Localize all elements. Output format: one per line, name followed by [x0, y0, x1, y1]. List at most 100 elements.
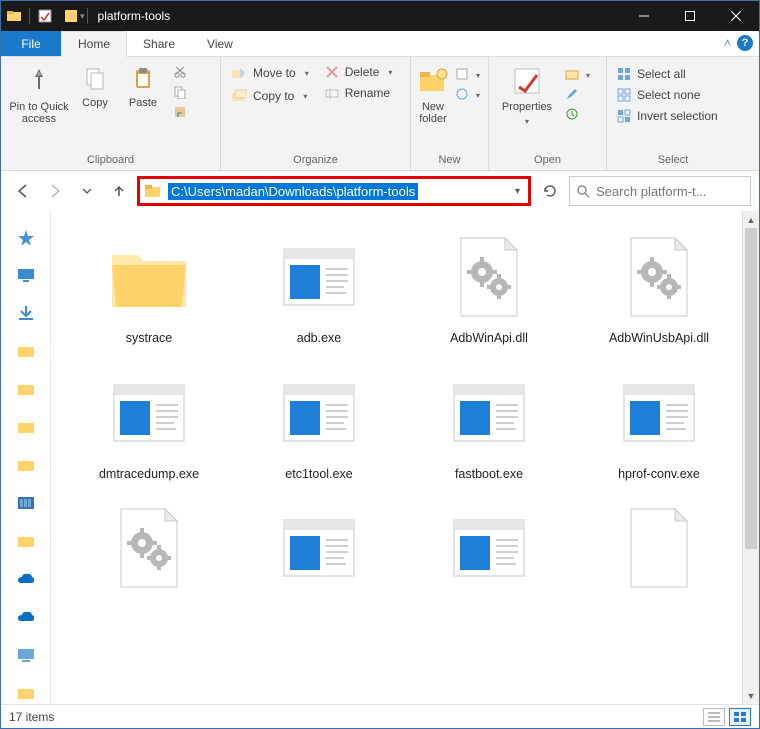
- search-icon: [576, 184, 590, 198]
- file-item[interactable]: hprof-conv.exe: [579, 365, 739, 483]
- group-label-new: New: [417, 152, 482, 170]
- this-pc-icon[interactable]: [17, 647, 35, 663]
- desktop-icon[interactable]: [17, 267, 35, 283]
- invert-selection-button[interactable]: Invert selection: [613, 107, 722, 125]
- new-folder-label: New folder: [417, 101, 449, 125]
- address-path[interactable]: C:\Users\madan\Downloads\platform-tools: [168, 183, 418, 200]
- search-box[interactable]: Search platform-t...: [569, 176, 751, 206]
- scroll-down-button[interactable]: ▼: [743, 687, 759, 704]
- downloads-icon[interactable]: [17, 305, 35, 321]
- cut-icon: [173, 65, 187, 79]
- file-thumbnail: [271, 500, 367, 596]
- address-dropdown-icon[interactable]: ▾: [511, 186, 524, 197]
- recent-locations-button[interactable]: [73, 177, 101, 205]
- pin-to-quick-access-button[interactable]: Pin to Quick access: [7, 61, 71, 125]
- copy-to-button[interactable]: Copy to: [227, 86, 313, 106]
- move-to-button[interactable]: Move to: [227, 63, 313, 83]
- collapse-ribbon-icon[interactable]: ˄: [724, 36, 731, 50]
- tab-share[interactable]: Share: [127, 31, 191, 56]
- up-button[interactable]: [105, 177, 133, 205]
- file-item[interactable]: dmtracedump.exe: [69, 365, 229, 483]
- new-item-button[interactable]: [449, 65, 486, 83]
- file-item[interactable]: [69, 500, 229, 602]
- tab-view[interactable]: View: [191, 31, 249, 56]
- edit-icon: [565, 87, 579, 101]
- tab-home[interactable]: Home: [61, 31, 127, 57]
- file-thumbnail: [271, 365, 367, 461]
- file-thumbnail: [101, 500, 197, 596]
- file-thumbnail: [611, 365, 707, 461]
- history-button[interactable]: [559, 105, 596, 123]
- properties-icon[interactable]: [32, 9, 58, 23]
- select-none-button[interactable]: Select none: [613, 86, 722, 104]
- new-folder-button[interactable]: New folder: [417, 61, 449, 125]
- file-item[interactable]: [409, 500, 569, 602]
- file-item[interactable]: systrace: [69, 229, 229, 347]
- music-icon[interactable]: [17, 495, 35, 511]
- folder-icon[interactable]: [17, 685, 35, 701]
- paste-shortcut-icon: [173, 105, 187, 119]
- file-item[interactable]: AdbWinUsbApi.dll: [579, 229, 739, 347]
- select-none-label: Select none: [637, 88, 700, 102]
- status-bar: 17 items: [1, 704, 759, 728]
- cut-button[interactable]: [167, 63, 193, 81]
- file-thumbnail: [611, 229, 707, 325]
- address-bar[interactable]: C:\Users\madan\Downloads\platform-tools …: [137, 176, 531, 206]
- paste-button[interactable]: Paste: [119, 61, 167, 109]
- navigation-pane[interactable]: [1, 211, 51, 704]
- folder-icon[interactable]: [17, 533, 35, 549]
- file-item[interactable]: [579, 500, 739, 602]
- file-item[interactable]: etc1tool.exe: [239, 365, 399, 483]
- onedrive-icon[interactable]: [17, 571, 35, 587]
- easy-access-button[interactable]: [449, 85, 486, 103]
- file-name: AdbWinApi.dll: [450, 331, 528, 347]
- folder-icon[interactable]: [17, 343, 35, 359]
- scroll-thumb[interactable]: [745, 228, 757, 549]
- file-tab[interactable]: File: [1, 31, 61, 56]
- refresh-button[interactable]: [535, 176, 565, 206]
- vertical-scrollbar[interactable]: ▲ ▼: [742, 211, 759, 704]
- file-item[interactable]: fastboot.exe: [409, 365, 569, 483]
- maximize-button[interactable]: [667, 1, 713, 31]
- open-button[interactable]: [559, 65, 596, 83]
- paste-shortcut-button[interactable]: [167, 103, 193, 121]
- file-item[interactable]: adb.exe: [239, 229, 399, 347]
- large-icons-view-button[interactable]: [729, 708, 751, 726]
- select-all-button[interactable]: Select all: [613, 65, 722, 83]
- copy-button[interactable]: Copy: [71, 61, 119, 109]
- copy-path-icon: [173, 85, 187, 99]
- scroll-track[interactable]: [743, 228, 759, 687]
- file-thumbnail: [271, 229, 367, 325]
- folder-icon[interactable]: [17, 381, 35, 397]
- ribbon: Pin to Quick access Copy Paste Clipboard: [1, 57, 759, 171]
- file-name: AdbWinUsbApi.dll: [609, 331, 709, 347]
- file-name: adb.exe: [297, 331, 341, 347]
- delete-button[interactable]: Delete: [321, 63, 397, 81]
- file-thumbnail: [441, 229, 537, 325]
- files-pane[interactable]: systrace adb.exe AdbWinApi.dll AdbWinUsbApi…: [51, 211, 759, 704]
- folder-icon[interactable]: [17, 457, 35, 473]
- scroll-up-button[interactable]: ▲: [743, 211, 759, 228]
- quick-access-icon[interactable]: [17, 229, 35, 245]
- back-button[interactable]: [9, 177, 37, 205]
- copy-path-button[interactable]: [167, 83, 193, 101]
- item-count: 17 items: [9, 710, 54, 724]
- rename-button[interactable]: Rename: [321, 84, 397, 102]
- folder-icon[interactable]: [17, 419, 35, 435]
- properties-button[interactable]: Properties ▾: [495, 61, 559, 126]
- file-item[interactable]: [239, 500, 399, 602]
- file-item[interactable]: AdbWinApi.dll: [409, 229, 569, 347]
- details-view-button[interactable]: [703, 708, 725, 726]
- edit-button[interactable]: [559, 85, 596, 103]
- chevron-down-icon[interactable]: ▾: [80, 11, 85, 22]
- file-thumbnail: [611, 500, 707, 596]
- minimize-button[interactable]: [621, 1, 667, 31]
- forward-button[interactable]: [41, 177, 69, 205]
- onedrive-icon[interactable]: [17, 609, 35, 625]
- select-all-label: Select all: [637, 67, 686, 81]
- group-label-select: Select: [613, 152, 733, 170]
- close-button[interactable]: [713, 1, 759, 31]
- help-icon[interactable]: ?: [737, 35, 753, 51]
- navigation-bar: C:\Users\madan\Downloads\platform-tools …: [1, 171, 759, 211]
- content-area: systrace adb.exe AdbWinApi.dll AdbWinUsbApi…: [1, 211, 759, 704]
